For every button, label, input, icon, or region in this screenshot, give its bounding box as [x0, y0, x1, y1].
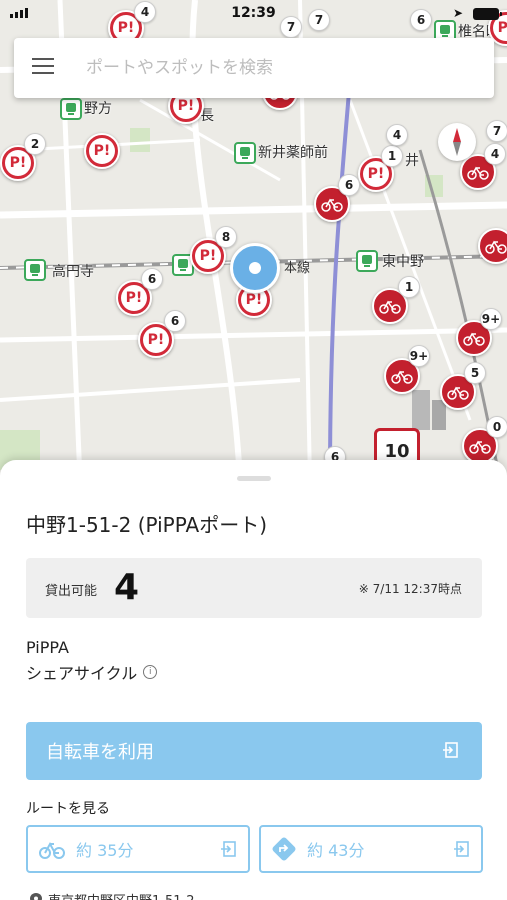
route-section-title: ルートを見る	[26, 801, 110, 817]
menu-icon[interactable]	[32, 58, 54, 76]
marker-count-badge: 6	[164, 310, 186, 332]
station-label-nogata[interactable]: 野方	[84, 98, 112, 118]
pippa-port-marker[interactable]: P!	[84, 133, 120, 169]
compass-icon[interactable]	[438, 123, 476, 161]
walk-route-button[interactable]: 約 43分	[259, 825, 483, 873]
address-text: 東京都中野区中野1-51-2	[48, 890, 194, 900]
availability-box: 貸出可能 4 ※ 7/11 12:37時点	[26, 558, 482, 618]
station-label-araiyakushimae[interactable]: 新井薬師前	[258, 142, 328, 162]
marker-count-badge: 8	[215, 226, 237, 248]
station-icon[interactable]	[356, 250, 378, 272]
service-name: シェアサイクル	[26, 664, 138, 683]
marker-count-badge: 9+	[480, 308, 502, 330]
provider-name: PiPPA	[26, 638, 69, 657]
sheet-drag-handle[interactable]	[237, 476, 271, 481]
marker-count-badge: 9+	[408, 345, 430, 367]
marker-count-badge: 4	[386, 124, 408, 146]
marker-count-badge: 5	[464, 362, 486, 384]
marker-count-badge: 0	[486, 416, 507, 438]
search-input[interactable]	[86, 52, 476, 84]
external-arrow-icon	[454, 841, 469, 857]
location-pin-icon	[30, 892, 42, 900]
availability-timestamp: ※ 7/11 12:37時点	[358, 582, 462, 596]
station-icon[interactable]	[24, 259, 46, 281]
service-row: シェアサイクル i	[26, 660, 158, 684]
marker-count-badge: 6	[338, 174, 360, 196]
bike-route-time: 約 35分	[76, 841, 134, 860]
walk-route-time: 約 43分	[307, 841, 365, 860]
bike-route-button[interactable]: 約 35分	[26, 825, 250, 873]
station-label-higashinakano[interactable]: 東中野	[382, 251, 424, 271]
bike-port-marker[interactable]	[478, 228, 507, 264]
station-label-koenji[interactable]: 高円寺	[52, 261, 94, 281]
map-label: 井	[405, 153, 419, 169]
status-time: 12:39	[231, 5, 276, 21]
bicycle-icon	[39, 841, 65, 859]
current-location-marker	[230, 243, 280, 293]
station-icon[interactable]	[234, 142, 256, 164]
marker-count-badge: 6	[141, 268, 163, 290]
marker-count-badge: 2	[24, 133, 46, 155]
spot-detail-sheet: 中野1-51-2 (PiPPAポート) 貸出可能 4 ※ 7/11 12:37時…	[0, 460, 507, 900]
marker-count-badge: 7	[486, 120, 507, 142]
search-bar	[14, 38, 494, 98]
use-bike-label: 自転車を利用	[46, 742, 154, 763]
directions-icon	[272, 837, 296, 861]
spot-title: 中野1-51-2 (PiPPAポート)	[26, 513, 267, 537]
external-arrow-icon	[443, 742, 458, 758]
location-arrow-icon: ➤	[452, 6, 463, 20]
external-arrow-icon	[221, 841, 236, 857]
availability-count: 4	[114, 567, 140, 608]
marker-count-badge: 4	[484, 143, 506, 165]
use-bike-button[interactable]: 自転車を利用	[26, 722, 482, 780]
status-bar: 12:39 ➤	[0, 0, 507, 28]
marker-count-badge: 1	[398, 276, 420, 298]
info-icon[interactable]: i	[143, 665, 158, 679]
availability-label: 貸出可能	[45, 584, 98, 599]
battery-icon	[473, 8, 502, 20]
station-icon[interactable]	[60, 98, 82, 120]
route-label: 本線	[284, 261, 311, 276]
marker-count-badge: 1	[381, 145, 403, 167]
address-row: 東京都中野区中野1-51-2	[30, 890, 194, 900]
